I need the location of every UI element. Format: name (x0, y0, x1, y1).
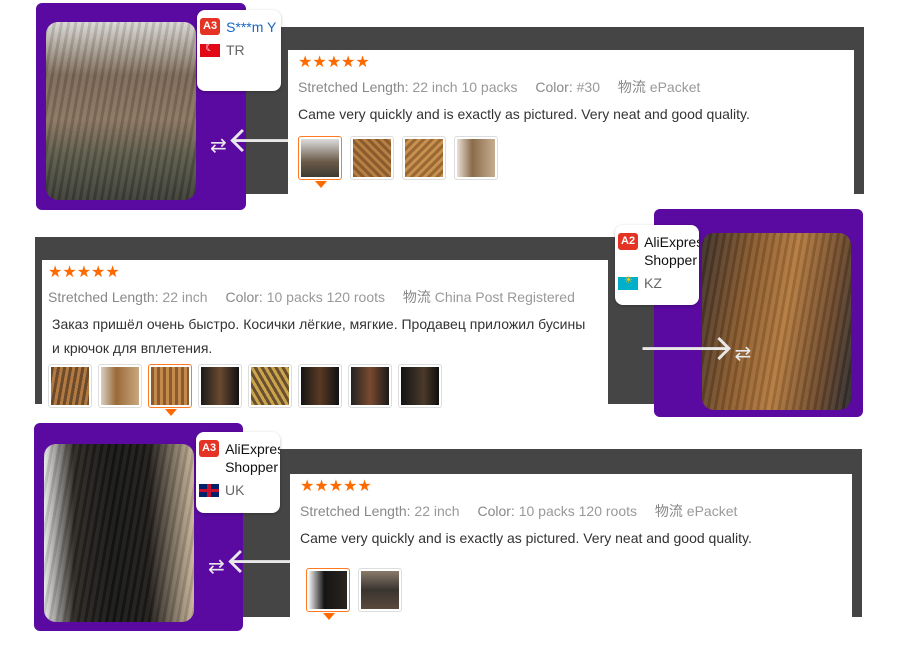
length-value: 22 inch 10 packs (412, 79, 518, 95)
review-thumbnail[interactable] (48, 364, 92, 408)
shipping-label: 物流 (402, 289, 431, 305)
review-3-body: ★★★★★ Stretched Length: 22 inch Color: 1… (290, 474, 852, 620)
review-2-user-card: A2 AliExpress Shopper KZ (615, 225, 699, 305)
color-value: 10 packs 120 roots (266, 289, 386, 305)
review-thumbnail[interactable] (98, 364, 142, 408)
color-value: #30 (576, 79, 600, 95)
color-label: Color: (477, 503, 515, 519)
review-3-user-card: A3 AliExpress Shopper UK (196, 432, 280, 513)
reviewer-country: TR (226, 42, 245, 58)
review-1-thumbnails (298, 136, 844, 188)
review-thumbnail[interactable] (402, 136, 446, 180)
reviewer-country: KZ (644, 275, 662, 291)
review-1-photo[interactable] (46, 22, 196, 200)
review-2-photo[interactable] (702, 233, 851, 410)
reviewer-country: UK (225, 482, 245, 498)
length-label: Stretched Length: (298, 79, 409, 95)
length-label: Stretched Length: (300, 503, 411, 519)
review-thumbnail[interactable] (298, 364, 342, 408)
reviewer-name[interactable]: AliExpress Shopper (644, 233, 699, 269)
shipping-value: China Post Registered (434, 289, 575, 305)
length-value: 22 inch (162, 289, 208, 305)
flag-uk-icon (199, 483, 219, 497)
review-3-thumbnails (300, 568, 842, 620)
rating-stars: ★★★★★ (48, 264, 120, 281)
rating-stars: ★★★★★ (298, 54, 370, 71)
review-text: Заказ пришёл очень быстро. Косички лёгки… (52, 316, 586, 356)
review-2-body: ★★★★★ Stretched Length: 22 inch Color: 1… (42, 260, 608, 416)
review-1-user-card: A3 S***m Y TR (197, 10, 281, 91)
rating-stars: ★★★★★ (300, 478, 372, 495)
review-thumbnail[interactable] (198, 364, 242, 408)
level-badge: A3 (200, 18, 221, 35)
level-badge: A3 (199, 440, 220, 457)
review-3-photo[interactable] (44, 444, 194, 622)
shipping-value: ePacket (649, 79, 701, 95)
review-thumbnail[interactable] (358, 568, 402, 612)
arrow-right-icon: 🡒⇄ (638, 327, 752, 368)
flag-kz-icon (618, 275, 638, 290)
reviewer-name[interactable]: AliExpress Shopper (225, 440, 280, 476)
review-text: Came very quickly and is exactly as pict… (300, 530, 752, 546)
shipping-label: 物流 (617, 79, 646, 95)
review-thumbnail[interactable] (298, 136, 342, 188)
review-thumbnail[interactable] (248, 364, 292, 408)
review-2-thumbnails (48, 364, 598, 416)
review-thumbnail[interactable] (454, 136, 498, 180)
length-value: 22 inch (414, 503, 460, 519)
shipping-value: ePacket (686, 503, 738, 519)
reviewer-name[interactable]: S***m Y (226, 18, 276, 36)
review-thumbnail[interactable] (348, 364, 392, 408)
review-thumbnail[interactable] (306, 568, 350, 620)
level-badge: A2 (618, 233, 639, 250)
review-thumbnail[interactable] (350, 136, 394, 180)
length-label: Stretched Length: (48, 289, 159, 305)
color-label: Color: (225, 289, 263, 305)
color-value: 10 packs 120 roots (518, 503, 638, 519)
review-thumbnail[interactable] (398, 364, 442, 408)
shipping-label: 物流 (654, 503, 683, 519)
review-thumbnail[interactable] (148, 364, 192, 416)
flag-tr-icon (200, 41, 220, 57)
review-text: Came very quickly and is exactly as pict… (298, 106, 750, 122)
review-1-body: ★★★★★ Stretched Length: 22 inch 10 packs… (288, 50, 854, 194)
color-label: Color: (535, 79, 573, 95)
